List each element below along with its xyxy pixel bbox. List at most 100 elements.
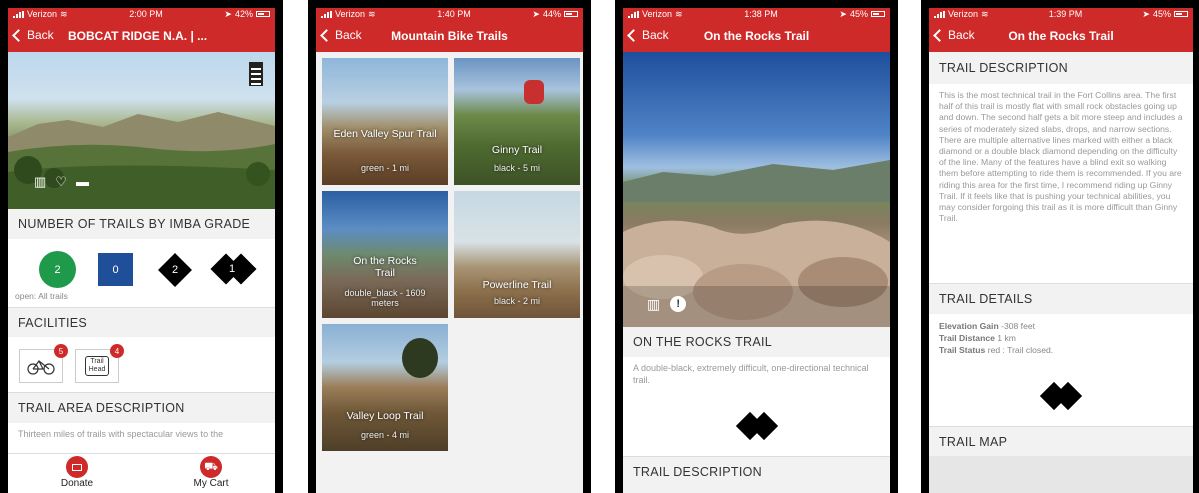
trail-description-title: TRAIL DESCRIPTION <box>929 52 1193 84</box>
back-button[interactable]: Back <box>929 28 975 42</box>
grade-count: 0 <box>112 263 119 276</box>
back-button[interactable]: Back <box>316 28 362 42</box>
double-black-diamond-icon <box>735 410 779 444</box>
location-icon: ➤ <box>224 8 232 19</box>
battery-percent: 44% <box>542 9 561 19</box>
back-label: Back <box>27 28 54 42</box>
location-icon: ➤ <box>839 8 847 19</box>
battery-icon <box>1173 11 1188 17</box>
location-icon: ➤ <box>1142 8 1150 19</box>
trail-details-panel: Elevation Gain -308 feet Trail Distance … <box>929 314 1193 426</box>
trail-tile-powerline[interactable]: Powerline Trail black - 2 mi <box>454 191 580 318</box>
cart-label: My Cart <box>193 478 229 489</box>
trail-tile-ginny[interactable]: Ginny Trail black - 5 mi <box>454 58 580 185</box>
trail-tile-on-the-rocks[interactable]: On the Rocks Trail double_black - 1609 m… <box>322 191 448 318</box>
double-black-diamond-grade[interactable]: 1 <box>210 253 258 287</box>
battery-icon <box>563 11 578 17</box>
nav-bar: Back BOBCAT RIDGE N.A. | ... <box>8 20 275 52</box>
black-diamond-grade[interactable]: 2 <box>158 253 192 287</box>
footer-bar: Donate ⛟ My Cart <box>8 453 275 493</box>
battery-percent: 45% <box>849 9 868 19</box>
heart-icon[interactable]: ♡ <box>55 174 67 190</box>
grades-panel: 2 0 2 1 open: All trails <box>8 239 275 307</box>
wifi-icon: ≋ <box>368 8 376 19</box>
back-label: Back <box>335 28 362 42</box>
trail-head-icon: Trail Head <box>84 356 110 376</box>
cart-button[interactable]: ⛟ My Cart <box>186 456 236 489</box>
grade-count: 2 <box>54 263 61 276</box>
blue-square-grade[interactable]: 0 <box>98 253 133 286</box>
map-icon[interactable]: ▥ <box>34 174 46 190</box>
trail-heading: ON THE ROCKS TRAIL <box>623 327 890 357</box>
open-status: open: All trails <box>15 291 68 301</box>
trail-grade-distance: green - 4 mi <box>360 430 410 440</box>
trail-details-title: TRAIL DETAILS <box>929 284 1193 314</box>
donate-button[interactable]: Donate <box>54 456 100 489</box>
card-icon[interactable]: ▬ <box>76 174 89 190</box>
trail-name: Powerline Trail <box>482 279 552 291</box>
trail-grade-distance: black - 2 mi <box>493 296 540 306</box>
trail-summary-panel: A double-black, extremely difficult, one… <box>623 357 890 456</box>
trail-tile-eden-valley[interactable]: Eden Valley Spur Trail green - 1 mi <box>322 58 448 185</box>
nav-bar: Back Mountain Bike Trails <box>316 20 583 52</box>
status-bar: Verizon ≋ 2:00 PM ➤ 42% <box>8 8 275 20</box>
area-description-title: TRAIL AREA DESCRIPTION <box>8 393 275 423</box>
trail-name: Valley Loop Trail <box>346 410 424 422</box>
signal-icon <box>13 10 24 18</box>
trail-name: On the Rocks Trail <box>353 255 417 279</box>
grade-count: 1 <box>229 263 236 275</box>
detail-value: 1 km <box>994 333 1016 343</box>
bike-icon <box>27 360 55 375</box>
clock: 2:00 PM <box>129 9 163 19</box>
rider-photo-detail <box>524 80 544 104</box>
clock: 1:40 PM <box>437 9 471 19</box>
tree-photo-detail <box>402 338 438 378</box>
facilities-title: FACILITIES <box>8 307 275 337</box>
detail-value: -308 feet <box>998 321 1036 331</box>
detail-elevation: Elevation Gain -308 feet <box>939 320 1183 332</box>
chevron-left-icon <box>320 28 333 42</box>
detail-status: Trail Status red : Trail closed. <box>939 344 1183 356</box>
battery-icon <box>870 11 885 17</box>
back-label: Back <box>948 28 975 42</box>
grades-section-title: NUMBER OF TRAILS BY IMBA GRADE <box>8 209 275 239</box>
bike-facility[interactable]: 5 <box>19 344 68 383</box>
double-black-diamond-icon <box>1039 380 1083 414</box>
location-icon: ➤ <box>532 8 540 19</box>
green-circle-grade[interactable]: 2 <box>39 251 76 288</box>
trail-grid: Eden Valley Spur Trail green - 1 mi Ginn… <box>316 52 583 492</box>
facility-count-badge: 5 <box>54 344 68 358</box>
trail-grade-distance: double_black - 1609 meters <box>344 288 426 308</box>
area-description-panel: Thirteen miles of trails with spectacula… <box>8 423 275 453</box>
trail-tile-valley-loop[interactable]: Valley Loop Trail green - 4 mi <box>322 324 448 451</box>
clock: 1:39 PM <box>1048 9 1083 19</box>
alert-icon[interactable]: ! <box>670 296 687 312</box>
map-icon[interactable]: ▥ <box>647 296 660 313</box>
detail-value: red : Trail closed. <box>985 345 1054 355</box>
back-button[interactable]: Back <box>8 28 54 42</box>
detail-label: Elevation Gain <box>939 321 999 331</box>
chevron-left-icon <box>933 28 946 42</box>
battery-percent: 45% <box>1152 9 1171 19</box>
trail-grade-distance: black - 5 mi <box>493 163 540 173</box>
donate-label: Donate <box>60 478 94 489</box>
list-icon[interactable] <box>249 62 263 86</box>
carrier-label: Verizon <box>27 9 58 19</box>
phone-screen-trail-detail: Verizon ≋ 1:38 PM ➤ 45% Back On the Rocks … <box>615 0 898 493</box>
battery-percent: 42% <box>234 9 253 19</box>
signal-icon <box>628 10 639 18</box>
wifi-icon: ≋ <box>675 8 683 19</box>
back-label: Back <box>642 28 669 42</box>
status-bar: Verizon ≋ 1:39 PM ➤ 45% <box>929 8 1193 20</box>
trail-description-text: This is the most technical trail in the … <box>939 90 1183 224</box>
signal-icon <box>321 10 332 18</box>
trail-summary-text: A double-black, extremely difficult, one… <box>633 363 869 385</box>
trail-name: Eden Valley Spur Trail <box>333 128 437 140</box>
nav-bar: Back On the Rocks Trail <box>623 20 890 52</box>
signal-icon <box>934 10 945 18</box>
trail-head-facility[interactable]: Trail Head 4 <box>75 344 124 383</box>
chevron-left-icon <box>12 28 25 42</box>
status-bar: Verizon ≋ 1:40 PM ➤ 44% <box>316 8 583 20</box>
back-button[interactable]: Back <box>623 28 669 42</box>
trail-grade-distance: green - 1 mi <box>360 163 410 173</box>
